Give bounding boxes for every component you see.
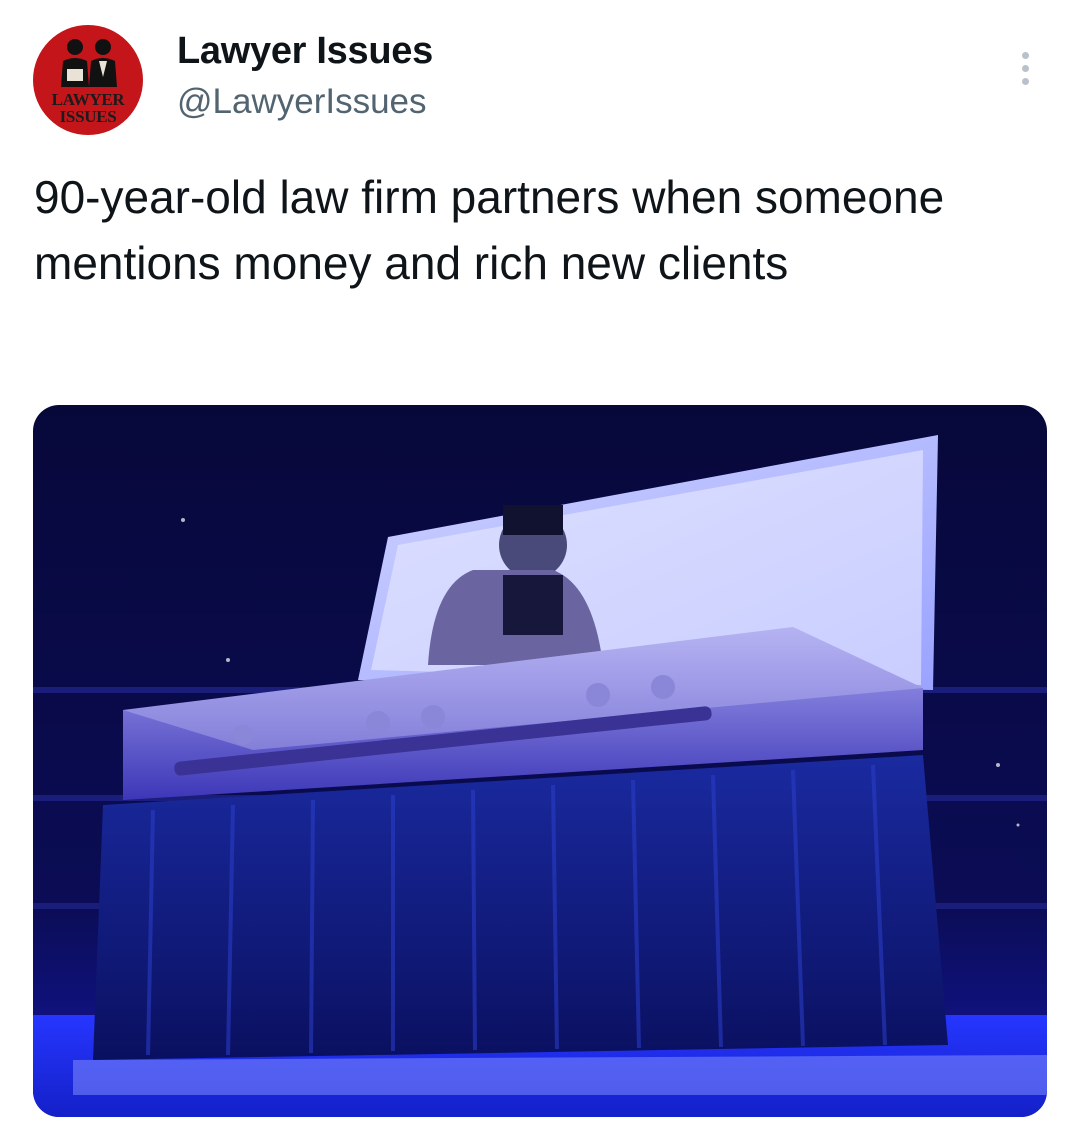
avatar-label-line2: ISSUES (59, 107, 117, 126)
photo-illustration (33, 405, 1047, 1117)
user-handle[interactable]: @LawyerIssues (177, 82, 427, 122)
more-vertical-icon (1021, 51, 1029, 59)
more-options-button[interactable] (1005, 46, 1045, 90)
tweet-photo[interactable] (33, 405, 1047, 1117)
tweet-text: 90-year-old law firm partners when someo… (34, 171, 945, 289)
more-dot (1021, 64, 1029, 72)
tweet-card[interactable]: LAWYER ISSUES Lawyer Issues @LawyerIssue… (0, 0, 1080, 1148)
more-dot (1021, 77, 1029, 85)
avatar-label-line1: LAWYER (51, 90, 125, 109)
avatar[interactable]: LAWYER ISSUES (33, 25, 143, 135)
display-name[interactable]: Lawyer Issues (177, 30, 433, 73)
